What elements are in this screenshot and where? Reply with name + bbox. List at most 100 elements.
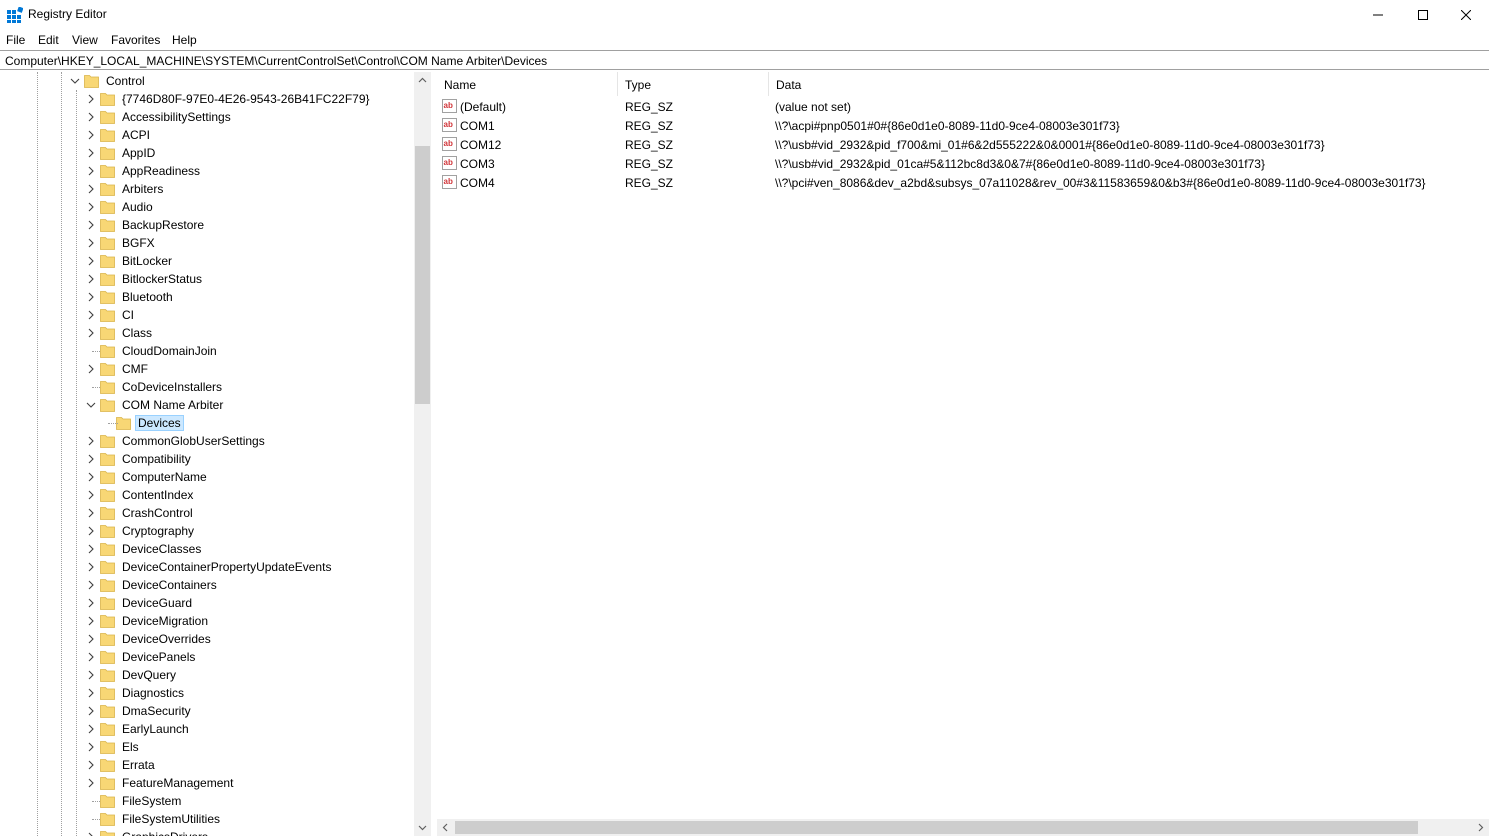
- chevron-right-icon[interactable]: [86, 670, 96, 680]
- chevron-right-icon[interactable]: [86, 310, 96, 320]
- chevron-right-icon[interactable]: [86, 526, 96, 536]
- menu-bar: File Edit View Favorites Help: [0, 30, 1489, 50]
- chevron-right-icon[interactable]: [86, 688, 96, 698]
- tree-node-label: CoDeviceInstallers: [122, 380, 223, 394]
- chevron-right-icon[interactable]: [86, 742, 96, 752]
- chevron-right-icon[interactable]: [86, 364, 96, 374]
- minimize-button[interactable]: [1355, 0, 1401, 30]
- list-header: Name Type Data: [437, 72, 1489, 96]
- tree-node-label: BitlockerStatus: [122, 272, 203, 286]
- chevron-right-icon[interactable]: [86, 544, 96, 554]
- scroll-down-icon[interactable]: [418, 823, 427, 832]
- table-row[interactable]: ab COM4 REG_SZ \\?\pci#ven_8086&dev_a2bd&su…: [437, 173, 1489, 192]
- chevron-right-icon[interactable]: [86, 454, 96, 464]
- tree-node-label: FeatureManagement: [122, 776, 234, 790]
- chevron-down-icon[interactable]: [86, 400, 96, 410]
- tree-node-label: FileSystem: [122, 794, 182, 808]
- chevron-right-icon[interactable]: [86, 256, 96, 266]
- column-data-header[interactable]: Data: [769, 72, 1489, 96]
- chevron-right-icon[interactable]: [86, 94, 96, 104]
- tree-node-label: Els: [122, 740, 139, 754]
- folder-icon: [100, 327, 115, 340]
- chevron-right-icon[interactable]: [86, 652, 96, 662]
- table-row[interactable]: ab COM12 REG_SZ \\?\usb#vid_2932&pid_f700&m…: [437, 135, 1489, 154]
- menu-file[interactable]: File: [6, 33, 25, 47]
- tree-node-label: DmaSecurity: [122, 704, 191, 718]
- chevron-right-icon[interactable]: [86, 166, 96, 176]
- values-list[interactable]: Name Type Data ab (Default) REG_SZ (value n…: [437, 72, 1489, 836]
- scroll-left-icon[interactable]: [441, 823, 450, 832]
- chevron-right-icon[interactable]: [86, 148, 96, 158]
- chevron-right-icon[interactable]: [86, 184, 96, 194]
- menu-view[interactable]: View: [72, 33, 98, 47]
- chevron-right-icon[interactable]: [86, 274, 96, 284]
- string-value-icon: ab: [442, 118, 457, 132]
- chevron-right-icon[interactable]: [86, 238, 96, 248]
- chevron-right-icon[interactable]: [86, 616, 96, 626]
- chevron-right-icon[interactable]: [86, 490, 96, 500]
- chevron-right-icon[interactable]: [86, 472, 96, 482]
- tree-vertical-scrollbar[interactable]: [414, 72, 431, 836]
- chevron-right-icon[interactable]: [86, 598, 96, 608]
- address-bar[interactable]: Computer\HKEY_LOCAL_MACHINE\SYSTEM\Curre…: [0, 50, 1489, 70]
- tree-guide-line: [92, 801, 100, 802]
- column-name-header[interactable]: Name: [437, 72, 618, 96]
- tree-node-label: DevicePanels: [122, 650, 196, 664]
- tree-guide-line: [108, 423, 118, 424]
- table-row[interactable]: ab COM1 REG_SZ \\?\acpi#pnp0501#0#{86e0d1e0…: [437, 116, 1489, 135]
- table-row[interactable]: ab COM3 REG_SZ \\?\usb#vid_2932&pid_01ca#5&…: [437, 154, 1489, 173]
- value-name: COM1: [460, 119, 495, 133]
- chevron-right-icon[interactable]: [86, 832, 96, 836]
- maximize-button[interactable]: [1400, 0, 1446, 30]
- chevron-right-icon[interactable]: [86, 724, 96, 734]
- scroll-up-icon[interactable]: [418, 76, 427, 85]
- chevron-right-icon[interactable]: [86, 292, 96, 302]
- close-button[interactable]: [1443, 0, 1489, 30]
- chevron-right-icon[interactable]: [86, 562, 96, 572]
- chevron-right-icon[interactable]: [86, 112, 96, 122]
- tree-node-label: AccessibilitySettings: [122, 110, 231, 124]
- tree-scroll-thumb[interactable]: [415, 146, 430, 404]
- folder-icon: [100, 183, 115, 196]
- string-value-icon: ab: [442, 137, 457, 151]
- list-horizontal-scrollbar[interactable]: [437, 819, 1489, 836]
- folder-icon: [100, 147, 115, 160]
- string-value-icon: ab: [442, 175, 457, 189]
- list-scroll-thumb[interactable]: [455, 821, 1418, 834]
- chevron-right-icon[interactable]: [86, 706, 96, 716]
- chevron-right-icon[interactable]: [86, 328, 96, 338]
- table-row[interactable]: ab (Default) REG_SZ (value not set): [437, 97, 1489, 116]
- menu-edit[interactable]: Edit: [38, 33, 59, 47]
- chevron-down-icon[interactable]: [70, 76, 80, 86]
- menu-help[interactable]: Help: [172, 33, 197, 47]
- address-path[interactable]: Computer\HKEY_LOCAL_MACHINE\SYSTEM\Curre…: [5, 54, 547, 68]
- folder-icon: [100, 723, 115, 736]
- chevron-right-icon[interactable]: [86, 760, 96, 770]
- folder-icon: [100, 669, 115, 682]
- column-type-header[interactable]: Type: [618, 72, 769, 96]
- chevron-right-icon[interactable]: [86, 220, 96, 230]
- chevron-right-icon[interactable]: [86, 130, 96, 140]
- chevron-right-icon[interactable]: [86, 202, 96, 212]
- tree-node-label: BGFX: [122, 236, 155, 250]
- tree-node-label: CloudDomainJoin: [122, 344, 217, 358]
- menu-favorites[interactable]: Favorites: [111, 33, 160, 47]
- chevron-right-icon[interactable]: [86, 580, 96, 590]
- tree-node-label: CMF: [122, 362, 148, 376]
- tree-node-label: BitLocker: [122, 254, 173, 268]
- svg-text:ab: ab: [444, 177, 453, 186]
- scroll-right-icon[interactable]: [1476, 823, 1485, 832]
- value-data: (value not set): [775, 100, 852, 114]
- tree-node-label: Devices: [135, 415, 184, 431]
- chevron-right-icon[interactable]: [86, 634, 96, 644]
- value-data: \\?\usb#vid_2932&pid_f700&mi_01#6&2d5552…: [775, 138, 1325, 152]
- value-data: \\?\pci#ven_8086&dev_a2bd&subsys_07a1102…: [775, 176, 1426, 190]
- tree-guide-line: [76, 90, 77, 836]
- chevron-right-icon[interactable]: [86, 436, 96, 446]
- tree-node-label: AppReadiness: [122, 164, 201, 178]
- key-tree[interactable]: Control {7746D80F-97E0-4E26-9543-26B41FC2…: [0, 72, 431, 836]
- value-type: REG_SZ: [625, 119, 674, 133]
- chevron-right-icon[interactable]: [86, 508, 96, 518]
- value-name: COM12: [460, 138, 502, 152]
- chevron-right-icon[interactable]: [86, 778, 96, 788]
